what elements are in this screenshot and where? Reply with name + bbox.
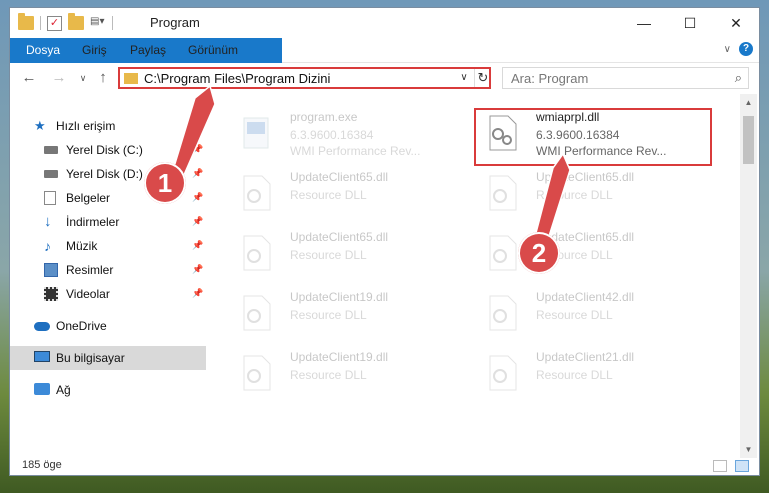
step-badge-2: 2 [518, 232, 560, 274]
annotation-arrows [169, 84, 571, 253]
step-badge-1: 1 [144, 162, 186, 204]
